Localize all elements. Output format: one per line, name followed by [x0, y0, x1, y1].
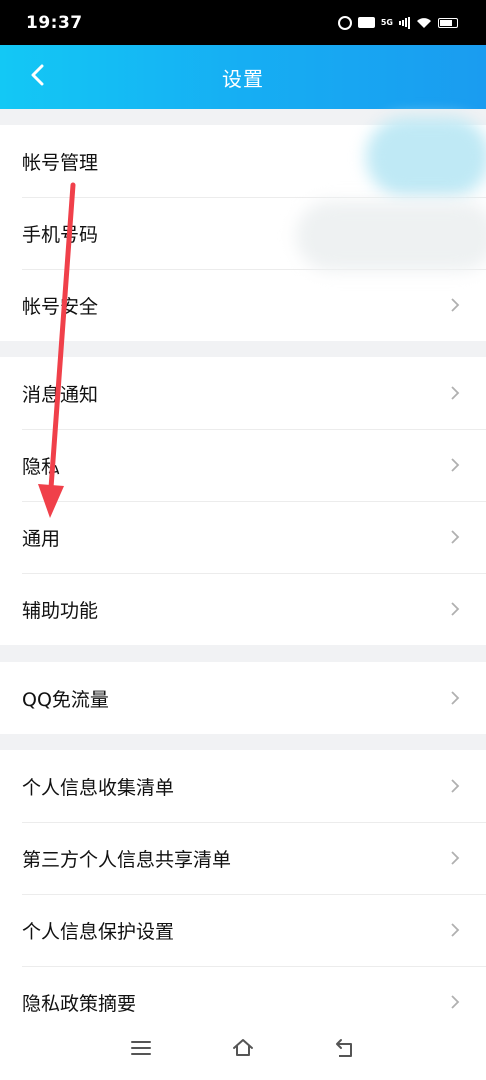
settings-item-general[interactable]: 通用: [0, 501, 486, 573]
back-icon: [333, 1036, 357, 1064]
chevron-right-icon: [450, 385, 460, 401]
settings-item-phone-number[interactable]: 手机号码: [0, 197, 486, 269]
settings-item-label: 第三方个人信息共享清单: [22, 848, 232, 871]
status-icons: HD 5G: [337, 15, 458, 30]
menu-icon: [129, 1036, 153, 1064]
chevron-right-icon: [450, 994, 460, 1010]
settings-item-qq-free-data[interactable]: QQ免流量: [0, 662, 486, 734]
status-bar: 19:37 HD 5G: [0, 0, 486, 45]
settings-item-label: 通用: [22, 527, 61, 550]
settings-item-label: 个人信息收集清单: [22, 776, 175, 799]
settings-item-info-protection-settings[interactable]: 个人信息保护设置: [0, 894, 486, 966]
settings-item-label: 手机号码: [22, 223, 99, 246]
settings-group-account: 帐号管理 手机号码 帐号安全: [0, 117, 486, 341]
settings-item-account-management[interactable]: 帐号管理: [0, 125, 486, 197]
5g-icon: 5G: [380, 18, 393, 27]
chevron-right-icon: [450, 529, 460, 545]
header-bar: 设置: [0, 45, 486, 109]
settings-screen: 19:37 HD 5G 设置 帐号管理 手机号码 帐号安全 消息通知 隐私 通用…: [0, 0, 486, 1080]
settings-item-label: 个人信息保护设置: [22, 920, 175, 943]
nav-menu-button[interactable]: [121, 1030, 161, 1070]
settings-item-info-collection-list[interactable]: 个人信息收集清单: [0, 750, 486, 822]
signal-icon: [399, 16, 410, 29]
chevron-right-icon: [450, 690, 460, 706]
hd-icon: HD: [357, 17, 375, 28]
settings-item-privacy[interactable]: 隐私: [0, 429, 486, 501]
chevron-right-icon: [450, 601, 460, 617]
chevron-right-icon: [450, 297, 460, 313]
settings-item-label: 帐号安全: [22, 295, 99, 318]
status-time: 19:37: [26, 12, 83, 33]
nav-back-button[interactable]: [325, 1030, 365, 1070]
home-icon: [231, 1036, 255, 1064]
page-title: 设置: [222, 66, 264, 91]
chevron-right-icon: [450, 922, 460, 938]
settings-item-label: 隐私政策摘要: [22, 992, 137, 1015]
settings-item-label: 帐号管理: [22, 151, 99, 174]
settings-item-label: QQ免流量: [22, 688, 109, 711]
settings-item-label: 消息通知: [22, 383, 99, 406]
chevron-right-icon: [450, 457, 460, 473]
nav-home-button[interactable]: [223, 1030, 263, 1070]
chevron-right-icon: [450, 850, 460, 866]
battery-icon: [438, 17, 458, 28]
settings-item-notifications[interactable]: 消息通知: [0, 357, 486, 429]
settings-item-third-party-sharing-list[interactable]: 第三方个人信息共享清单: [0, 822, 486, 894]
system-nav-bar: [0, 1020, 486, 1080]
back-button[interactable]: [22, 61, 54, 93]
wifi-icon: [416, 17, 432, 29]
chevron-left-icon: [29, 64, 47, 90]
settings-group-data: QQ免流量: [0, 662, 486, 734]
settings-item-label: 隐私: [22, 455, 61, 478]
settings-group-general: 消息通知 隐私 通用 辅助功能: [0, 357, 486, 645]
settings-item-label: 辅助功能: [22, 599, 99, 622]
settings-group-personal-info: 个人信息收集清单 第三方个人信息共享清单 个人信息保护设置 隐私政策摘要: [0, 750, 486, 1038]
settings-item-account-security[interactable]: 帐号安全: [0, 269, 486, 341]
chevron-right-icon: [450, 778, 460, 794]
alarm-icon: [337, 15, 352, 30]
settings-item-accessibility[interactable]: 辅助功能: [0, 573, 486, 645]
